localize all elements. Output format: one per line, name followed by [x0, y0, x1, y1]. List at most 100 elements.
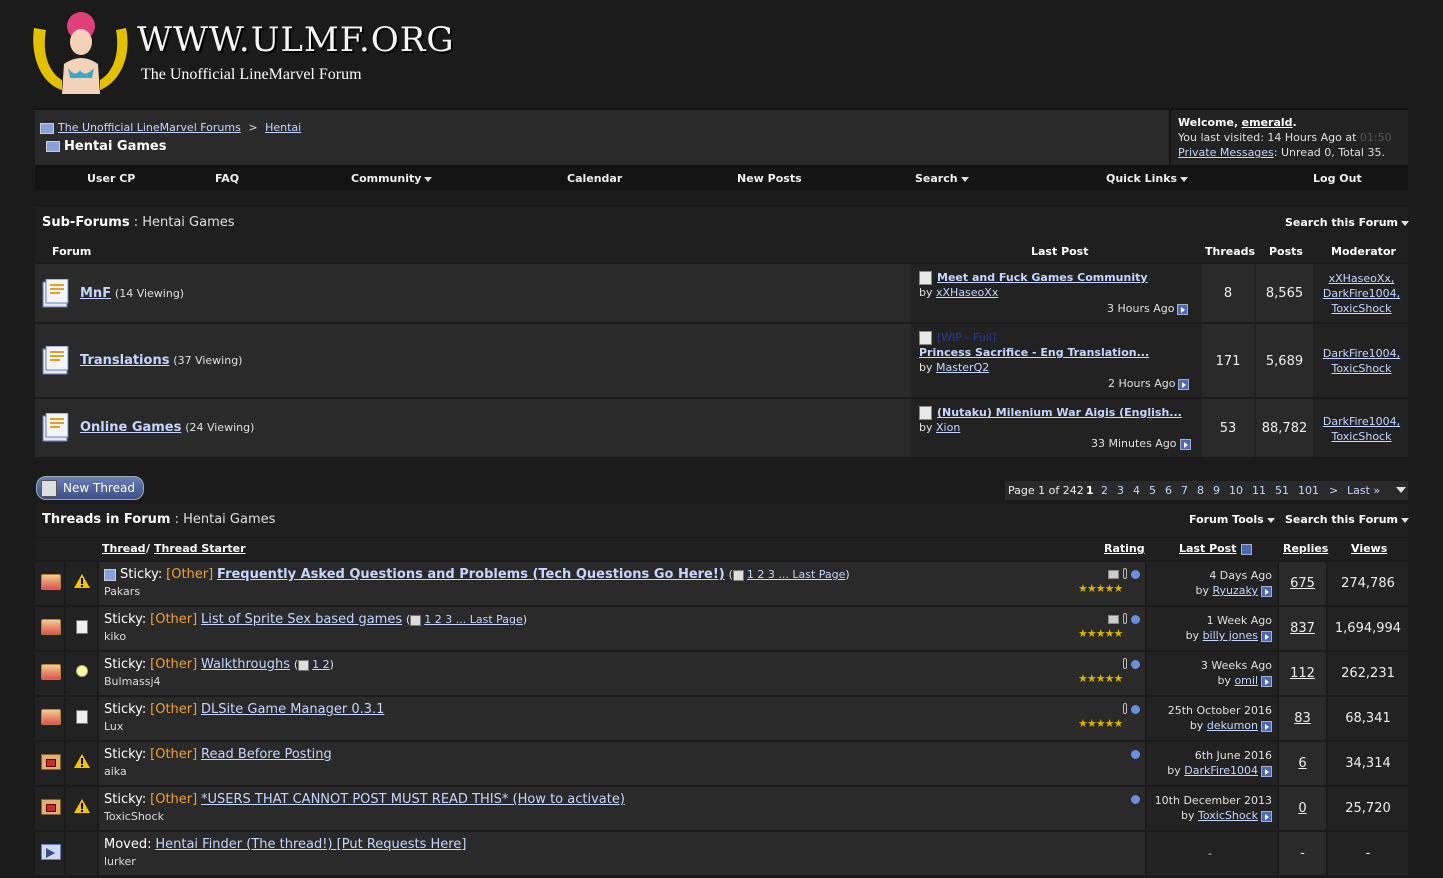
last-post-user-link[interactable]: ToxicShock	[1198, 809, 1258, 822]
thread-starter[interactable]: aika	[104, 765, 127, 778]
thread-page-links[interactable]: 1 2 3 ... Last Page	[747, 568, 846, 581]
paperclip-icon[interactable]	[1123, 703, 1127, 714]
new-thread-button[interactable]: New Thread	[36, 476, 144, 500]
sort-by-rating[interactable]: Rating	[1104, 542, 1145, 555]
thread-starter[interactable]: Lux	[104, 720, 123, 733]
moderator-link[interactable]: ToxicShock	[1315, 429, 1408, 444]
paperclip-icon[interactable]	[1123, 568, 1127, 579]
subforum-link-mnf[interactable]: MnF	[80, 286, 111, 301]
subforums-search-button[interactable]: Search this Forum	[1285, 216, 1409, 229]
nav-search[interactable]: Search	[915, 172, 969, 185]
nav-user-cp[interactable]: User CP	[87, 172, 135, 185]
last-post-user-link[interactable]: Ryuzaky	[1212, 584, 1258, 597]
sort-by-thread[interactable]: Thread	[102, 542, 146, 555]
nav-log-out[interactable]: Log Out	[1313, 172, 1362, 185]
thread-starter[interactable]: kiko	[104, 630, 126, 643]
nav-community[interactable]: Community	[351, 172, 433, 185]
go-to-last-post-icon[interactable]	[1261, 630, 1272, 642]
thread-page-links[interactable]: 1 2 3 ... Last Page	[424, 613, 523, 626]
private-messages-link[interactable]: Private Messages	[1178, 146, 1274, 159]
page-link[interactable]: 101	[1298, 484, 1319, 497]
page-link[interactable]: 51	[1275, 484, 1289, 497]
nav-calendar[interactable]: Calendar	[567, 172, 622, 185]
moderator-link[interactable]: ToxicShock	[1315, 361, 1408, 376]
go-to-last-post-icon[interactable]	[1178, 378, 1190, 390]
tag-icon[interactable]	[1108, 570, 1119, 579]
last-post-user-link[interactable]: Xion	[936, 421, 960, 434]
checkbox-icon[interactable]	[104, 568, 116, 581]
last-post-title-link[interactable]: Princess Sacrifice - Eng Translation...	[919, 346, 1149, 359]
go-to-last-post-icon[interactable]	[1261, 765, 1272, 777]
chevron-down-icon[interactable]	[1396, 487, 1406, 493]
subforum-link-online-games[interactable]: Online Games	[80, 420, 181, 435]
last-post-user-link[interactable]: DarkFire1004	[1184, 764, 1258, 777]
last-post-user-link[interactable]: MasterQ2	[936, 361, 989, 374]
thread-title-link[interactable]: *USERS THAT CANNOT POST MUST READ THIS* …	[201, 792, 625, 807]
thread-replies[interactable]: 112	[1279, 666, 1326, 681]
moderator-link[interactable]: DarkFire1004,	[1315, 346, 1408, 361]
page-next-link[interactable]: >	[1329, 484, 1338, 497]
thread-starter[interactable]: ToxicShock	[104, 810, 164, 823]
thread-starter[interactable]: Pakars	[104, 585, 140, 598]
go-to-last-post-icon[interactable]	[1261, 810, 1272, 822]
thread-title-link[interactable]: Hentai Finder (The thread!) [Put Request…	[155, 837, 466, 852]
page-link[interactable]: 4	[1133, 484, 1140, 497]
go-to-last-post-icon[interactable]	[1261, 720, 1272, 732]
thread-title-link[interactable]: Read Before Posting	[201, 747, 332, 762]
page-link[interactable]: 10	[1229, 484, 1243, 497]
thread-title-link[interactable]: List of Sprite Sex based games	[201, 612, 402, 627]
go-to-last-post-icon[interactable]	[1179, 438, 1191, 450]
sort-by-replies[interactable]: Replies	[1283, 542, 1328, 555]
nav-faq[interactable]: FAQ	[215, 172, 239, 185]
page-link[interactable]: 5	[1149, 484, 1156, 497]
subforum-link-translations[interactable]: Translations	[80, 353, 169, 368]
go-to-last-post-icon[interactable]	[1261, 585, 1272, 597]
go-to-last-post-icon[interactable]	[1261, 675, 1272, 687]
thread-replies[interactable]: 837	[1279, 621, 1326, 636]
thread-replies[interactable]: 83	[1279, 711, 1326, 726]
moderator-link[interactable]: DarkFire1004,	[1315, 414, 1408, 429]
forum-tools-button[interactable]: Forum Tools	[1189, 513, 1275, 526]
nav-quick-links[interactable]: Quick Links	[1106, 172, 1189, 185]
forum-home-icon[interactable]	[40, 122, 54, 134]
last-post-user-link[interactable]: omil	[1234, 674, 1258, 687]
page-link[interactable]: 2	[1101, 484, 1108, 497]
thread-replies[interactable]: 0	[1279, 801, 1326, 816]
username-link[interactable]: emerald	[1242, 116, 1293, 129]
sort-by-views[interactable]: Views	[1351, 542, 1387, 555]
threads-search-button[interactable]: Search this Forum	[1285, 513, 1409, 526]
thread-title-link[interactable]: DLSite Game Manager 0.3.1	[201, 702, 384, 717]
page-link[interactable]: 11	[1252, 484, 1266, 497]
paperclip-icon[interactable]	[1123, 613, 1127, 624]
moderator-link[interactable]: xXHaseoXx,	[1315, 271, 1408, 286]
breadcrumb-home-link[interactable]: The Unofficial LineMarvel Forums	[58, 121, 241, 134]
thread-title-link[interactable]: Frequently Asked Questions and Problems …	[217, 567, 725, 582]
last-post-time: 3 Weeks Ago	[1200, 659, 1272, 672]
nav-new-posts[interactable]: New Posts	[737, 172, 802, 185]
thread-replies[interactable]: 675	[1279, 576, 1326, 591]
last-post-user-link[interactable]: dekumon	[1207, 719, 1258, 732]
thread-page-links[interactable]: 1 2	[312, 658, 330, 671]
thread-starter[interactable]: lurker	[104, 855, 136, 868]
last-post-title-link[interactable]: (Nutaku) Milenium War Aigis (English...	[937, 406, 1182, 419]
thread-replies[interactable]: 6	[1279, 756, 1326, 771]
thread-starter[interactable]: Bulmassj4	[104, 675, 161, 688]
sort-by-last-post[interactable]: Last Post	[1179, 542, 1252, 555]
breadcrumb-parent-link[interactable]: Hentai	[265, 121, 301, 134]
last-post-title-link[interactable]: Meet and Fuck Games Community	[937, 271, 1148, 284]
moderator-link[interactable]: DarkFire1004,	[1315, 286, 1408, 301]
go-to-last-post-icon[interactable]	[1177, 303, 1189, 315]
page-link[interactable]: 8	[1197, 484, 1204, 497]
page-link[interactable]: 7	[1181, 484, 1188, 497]
page-link[interactable]: 3	[1117, 484, 1124, 497]
moderator-link[interactable]: ToxicShock	[1315, 301, 1408, 316]
thread-title-link[interactable]: Walkthroughs	[201, 657, 290, 672]
page-link[interactable]: 6	[1165, 484, 1172, 497]
tag-icon[interactable]	[1108, 615, 1119, 624]
sort-by-starter[interactable]: Thread Starter	[154, 542, 246, 555]
page-link[interactable]: 9	[1213, 484, 1220, 497]
last-post-user-link[interactable]: billy jones	[1203, 629, 1258, 642]
page-last-link[interactable]: Last »	[1347, 484, 1380, 497]
paperclip-icon[interactable]	[1123, 658, 1127, 669]
last-post-user-link[interactable]: xXHaseoXx	[936, 286, 998, 299]
